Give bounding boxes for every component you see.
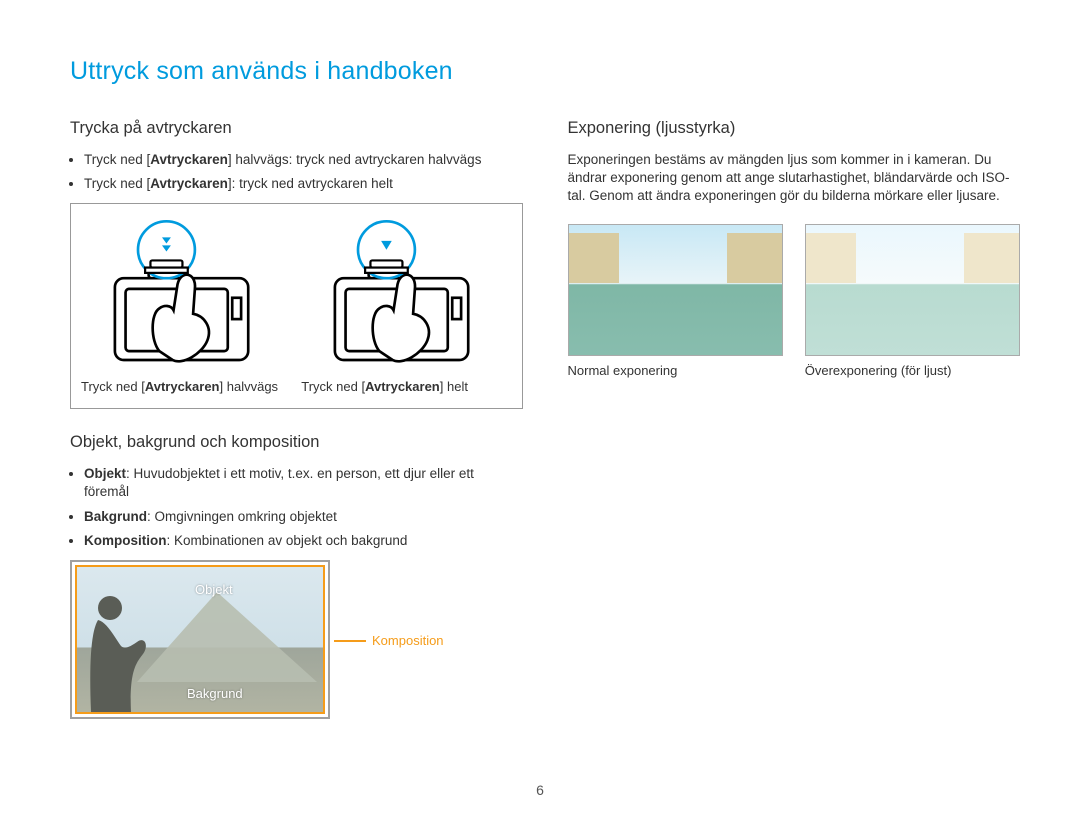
camera-icon	[96, 216, 276, 376]
leader-komposition: Komposition	[334, 632, 444, 650]
page-title: Uttryck som används i handboken	[70, 55, 1020, 89]
label-komposition: Komposition	[372, 632, 444, 650]
leader-line	[334, 640, 366, 642]
person-silhouette	[85, 592, 157, 712]
comp-bullet-1: Objekt: Huvudobjektet i ett motiv, t.ex.…	[84, 465, 523, 501]
exposure-heading: Exponering (ljusstyrka)	[568, 117, 1021, 139]
shutter-figure-group: Tryck ned [Avtryckaren] halvvägs	[70, 203, 523, 409]
shutter-figure-full: Tryck ned [Avtryckaren] helt	[301, 216, 511, 396]
photo-overexposed: Överexponering (för ljust)	[805, 224, 1020, 380]
shutter-bullet-1: Tryck ned [Avtryckaren] halvvägs: tryck …	[84, 151, 523, 169]
shutter-figure-half: Tryck ned [Avtryckaren] halvvägs	[81, 216, 291, 396]
shutter-heading: Trycka på avtryckaren	[70, 117, 523, 139]
shutter-caption-full: Tryck ned [Avtryckaren] helt	[301, 378, 511, 396]
right-column: Exponering (ljusstyrka) Exponeringen bes…	[568, 117, 1021, 719]
composition-diagram: Objekt Bakgrund Komposition	[70, 560, 330, 719]
shutter-bullets: Tryck ned [Avtryckaren] halvvägs: tryck …	[70, 151, 523, 193]
comp-bullet-3: Komposition: Kombinationen av objekt och…	[84, 532, 523, 550]
camera-icon	[316, 216, 496, 376]
photo-normal: Normal exponering	[568, 224, 783, 380]
composition-bullets: Objekt: Huvudobjektet i ett motiv, t.ex.…	[70, 465, 523, 550]
camera-half-press-illustration	[81, 216, 291, 376]
composition-heading: Objekt, bakgrund och komposition	[70, 431, 523, 453]
label-bakgrund: Bakgrund	[187, 685, 243, 703]
page-number: 6	[536, 781, 544, 800]
camera-full-press-illustration	[301, 216, 511, 376]
caption-overexposed: Överexponering (för ljust)	[805, 362, 1020, 380]
exposure-comparison: Normal exponering Överexponering (för lj…	[568, 224, 1021, 380]
label-objekt: Objekt	[195, 581, 233, 599]
shutter-bullet-2: Tryck ned [Avtryckaren]: tryck ned avtry…	[84, 175, 523, 193]
mountain-shape	[137, 592, 317, 682]
manual-page: Uttryck som används i handboken Trycka p…	[0, 0, 1080, 815]
comp-bullet-2: Bakgrund: Omgivningen omkring objektet	[84, 508, 523, 526]
exposure-paragraph: Exponeringen bestäms av mängden ljus som…	[568, 151, 1021, 206]
left-column: Trycka på avtryckaren Tryck ned [Avtryck…	[70, 117, 523, 719]
two-column-layout: Trycka på avtryckaren Tryck ned [Avtryck…	[70, 117, 1020, 719]
caption-normal: Normal exponering	[568, 362, 783, 380]
shutter-caption-half: Tryck ned [Avtryckaren] halvvägs	[81, 378, 291, 396]
